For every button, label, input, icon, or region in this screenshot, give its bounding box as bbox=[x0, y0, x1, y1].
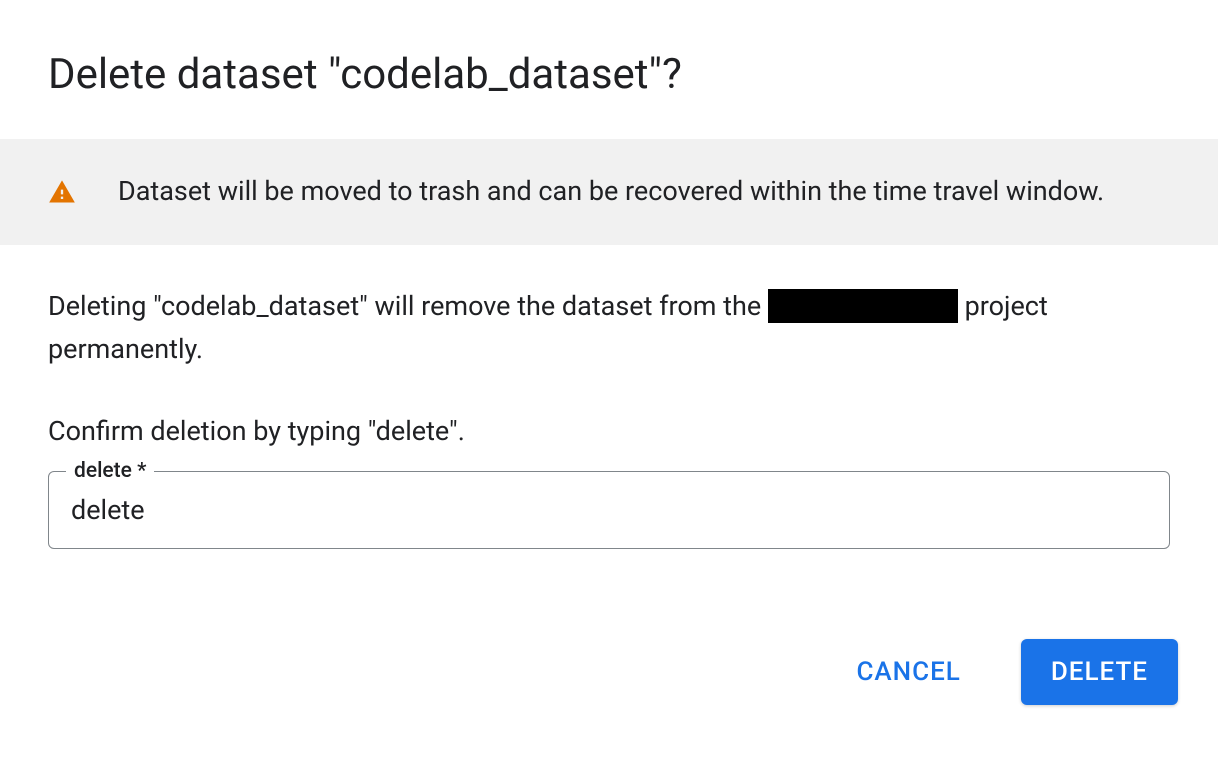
confirm-input-wrapper: delete * bbox=[48, 471, 1170, 549]
confirm-delete-input[interactable] bbox=[48, 471, 1170, 549]
dialog-body: Deleting "codelab_dataset" will remove t… bbox=[0, 245, 1218, 549]
redacted-project-name bbox=[768, 289, 958, 323]
input-label: delete * bbox=[66, 459, 154, 483]
description-text: Deleting "codelab_dataset" will remove t… bbox=[48, 285, 1170, 371]
dialog-title: Delete dataset "codelab_dataset"? bbox=[0, 0, 1218, 139]
confirm-instruction: Confirm deletion by typing "delete". bbox=[48, 415, 1170, 447]
delete-dataset-dialog: Delete dataset "codelab_dataset"? Datase… bbox=[0, 0, 1218, 735]
cancel-button[interactable]: CANCEL bbox=[826, 639, 990, 705]
description-prefix: Deleting "codelab_dataset" will remove t… bbox=[48, 290, 768, 322]
warning-icon bbox=[48, 178, 76, 206]
delete-button[interactable]: DELETE bbox=[1021, 639, 1178, 705]
notice-text: Dataset will be moved to trash and can b… bbox=[118, 173, 1104, 211]
notice-banner: Dataset will be moved to trash and can b… bbox=[0, 139, 1218, 245]
dialog-actions: CANCEL DELETE bbox=[0, 549, 1218, 735]
